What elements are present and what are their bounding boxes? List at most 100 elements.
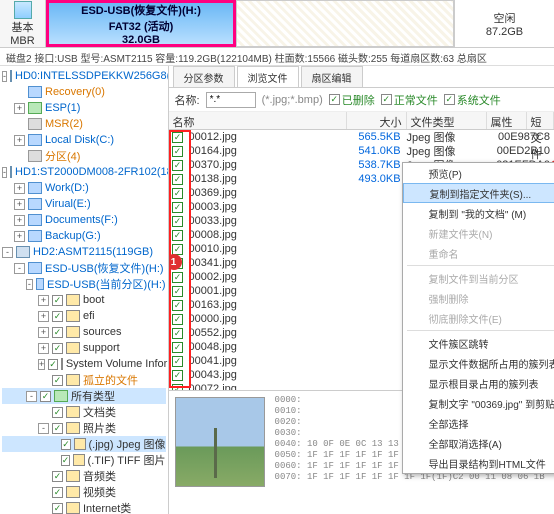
tree-item[interactable]: + System Volume Inform <box>2 356 166 372</box>
thumbnail[interactable] <box>175 397 265 487</box>
menu-item[interactable]: 导出目录结构到HTML文件 <box>403 453 554 473</box>
tree-item[interactable]: +efi <box>2 308 166 324</box>
expand-icon[interactable]: - <box>26 279 33 290</box>
tree-item[interactable]: +ESP(1) <box>2 100 166 116</box>
expand-icon[interactable]: - <box>2 71 7 82</box>
tree-item[interactable]: 分区(4) <box>2 148 166 164</box>
tree-label: Backup(G:) <box>45 230 101 242</box>
file-size: 493.0KB <box>347 173 407 185</box>
tree-label: 照片类 <box>83 420 116 436</box>
menu-item[interactable]: 全部选择 <box>403 413 554 433</box>
tree-item[interactable]: Recovery(0) <box>2 84 166 100</box>
expand-icon[interactable]: + <box>38 327 49 338</box>
checkbox-icon[interactable] <box>52 407 63 418</box>
file-row[interactable]: 00012.jpg565.5KBJpeg 图像00E987C8 <box>169 130 554 144</box>
tree-item[interactable]: 文档类 <box>2 404 166 420</box>
menu-item[interactable]: 显示文件数据所占用的簇列表 <box>403 353 554 373</box>
tab-sector[interactable]: 扇区编辑 <box>301 66 363 87</box>
col-attr[interactable]: 属性 <box>487 112 527 129</box>
menu-item[interactable]: 复制文字 "00369.jpg" 到剪贴板(C) <box>403 393 554 413</box>
expand-icon[interactable]: - <box>26 391 37 402</box>
expand-icon[interactable]: + <box>14 135 25 146</box>
menu-item[interactable]: 复制到指定文件夹(S)...▸ <box>403 183 554 203</box>
tree-item[interactable]: - HD2:ASMT2115(119GB) <box>2 244 166 260</box>
checkbox-icon[interactable] <box>52 375 63 386</box>
col-type[interactable]: 文件类型 <box>407 112 487 129</box>
pattern-input[interactable] <box>206 92 256 108</box>
checkbox-icon[interactable] <box>52 343 63 354</box>
tree-item[interactable]: +boot <box>2 292 166 308</box>
esd-fs: FAT32 (活动) <box>109 18 174 34</box>
menu-item[interactable]: 显示根目录占用的簇列表 <box>403 373 554 393</box>
tree-item[interactable]: 音频类 <box>2 468 166 484</box>
tree-item[interactable]: +sources <box>2 324 166 340</box>
expand-icon[interactable]: + <box>14 103 25 114</box>
checkbox-icon[interactable] <box>48 359 58 370</box>
tree-panel[interactable]: -HD0:INTELSSDPEKKW256G8(238G Recovery(0) +… <box>0 66 169 514</box>
checkbox-icon[interactable] <box>52 295 63 306</box>
tree-label: Local Disk(C:) <box>45 134 114 146</box>
expand-icon[interactable]: + <box>38 343 49 354</box>
tree-item[interactable]: +Virual(E:) <box>2 196 166 212</box>
expand-icon[interactable]: + <box>38 311 49 322</box>
expand-icon[interactable]: + <box>14 183 25 194</box>
tab-browse[interactable]: 浏览文件 <box>237 66 299 87</box>
file-name: 00008.jpg <box>187 229 347 241</box>
col-name[interactable]: 名称 <box>169 112 347 129</box>
partition-free[interactable]: 空闲 87.2GB <box>454 0 554 47</box>
tree-item[interactable]: (.TIF) TIFF 图片 <box>2 452 166 468</box>
menu-item[interactable]: 复制到 "我的文档" (M) <box>403 203 554 223</box>
tree-label: Recovery(0) <box>45 86 105 98</box>
tree-item[interactable]: + Backup(G:) <box>2 228 166 244</box>
menu-item[interactable]: 文件簇区跳转 <box>403 333 554 353</box>
folder-icon <box>66 406 80 418</box>
checkbox-icon[interactable] <box>52 327 63 338</box>
checkbox-icon[interactable] <box>52 311 63 322</box>
tree-item[interactable]: +support <box>2 340 166 356</box>
tree-item[interactable]: -ESD-USB(恢复文件)(H:) <box>2 260 166 276</box>
checkbox-icon[interactable] <box>52 471 63 482</box>
tree-item[interactable]: Internet类 <box>2 500 166 514</box>
checkbox-icon[interactable] <box>52 503 63 514</box>
expand-icon[interactable]: - <box>14 263 25 274</box>
partition-diag[interactable] <box>236 0 454 47</box>
checkbox-icon[interactable] <box>40 391 51 402</box>
tree-item[interactable]: + Local Disk(C:) <box>2 132 166 148</box>
tree-item[interactable]: -HD0:INTELSSDPEKKW256G8(238G <box>2 68 166 84</box>
tree-item[interactable]: MSR(2) <box>2 116 166 132</box>
partition-esd[interactable]: ESD-USB(恢复文件)(H:) FAT32 (活动) 32.0GB <box>46 0 236 47</box>
tree-item[interactable]: -ESD-USB(当前分区)(H:) <box>2 276 166 292</box>
tab-partition[interactable]: 分区参数 <box>173 66 235 87</box>
chk-deleted[interactable]: 已删除 <box>329 92 375 108</box>
checkbox-icon[interactable] <box>61 439 71 450</box>
file-row[interactable]: 00164.jpg541.0KBJpeg 图像00ED2B10 <box>169 144 554 158</box>
expand-icon[interactable]: + <box>38 359 45 370</box>
expand-icon[interactable]: - <box>2 167 7 178</box>
tree-label: HD2:ASMT2115(119GB) <box>33 246 153 258</box>
tree-item[interactable]: +Work(D:) <box>2 180 166 196</box>
col-size[interactable]: 大小 <box>347 112 407 129</box>
tree-item[interactable]: (.jpg) Jpeg 图像 <box>2 436 166 452</box>
tree-item[interactable]: 孤立的文件 <box>2 372 166 388</box>
expand-icon[interactable]: + <box>38 295 49 306</box>
tree-item[interactable]: - 照片类 <box>2 420 166 436</box>
tree-item[interactable]: 视频类 <box>2 484 166 500</box>
tree-item[interactable]: -HD1:ST2000DM008-2FR102(1863G <box>2 164 166 180</box>
tree-item[interactable]: +Documents(F:) <box>2 212 166 228</box>
expand-icon[interactable]: + <box>14 199 25 210</box>
checkbox-icon[interactable] <box>61 455 71 466</box>
file-name: 00001.jpg <box>187 285 347 297</box>
menu-item[interactable]: 全部取消选择(A) <box>403 433 554 453</box>
expand-icon[interactable]: + <box>14 231 25 242</box>
checkbox-icon[interactable] <box>52 487 63 498</box>
chk-system[interactable]: 系统文件 <box>444 92 501 108</box>
checkbox-icon[interactable] <box>52 423 63 434</box>
tree-item[interactable]: -所有类型 <box>2 388 166 404</box>
expand-icon[interactable]: - <box>2 247 13 258</box>
col-short[interactable]: 短文件名 <box>527 112 554 129</box>
chk-normal[interactable]: 正常文件 <box>381 92 438 108</box>
tree-label: System Volume Inform <box>66 358 169 370</box>
expand-icon[interactable]: - <box>38 423 49 434</box>
menu-item[interactable]: 预览(P) <box>403 163 554 183</box>
expand-icon[interactable]: + <box>14 215 25 226</box>
